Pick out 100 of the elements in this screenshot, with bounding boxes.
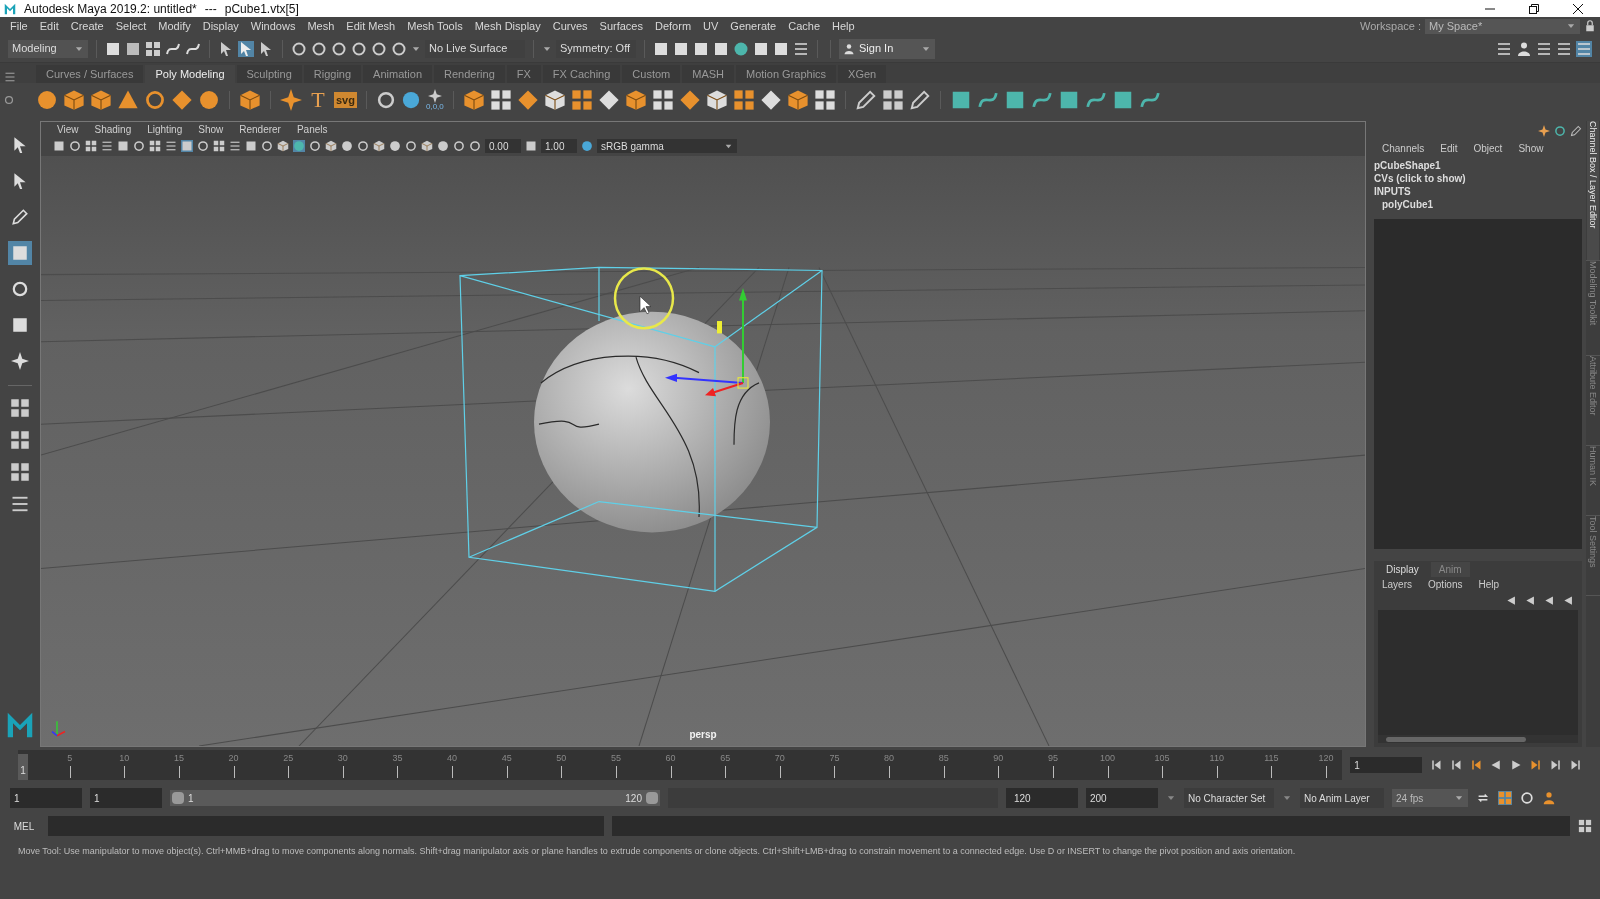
frame-tick-label: 85 (938, 752, 949, 765)
menu-item[interactable]: UV (697, 17, 725, 35)
side-tab[interactable]: Channel Box / Layer Editor (1587, 121, 1599, 260)
camera-name: persp (689, 728, 717, 742)
frame-tick-label: 105 (1154, 752, 1170, 765)
frame-tick-label: 100 (1100, 752, 1115, 765)
playback-end-field[interactable]: 120 (1006, 788, 1078, 808)
frame-tick-label: 75 (829, 752, 840, 765)
channel-box-menu-item[interactable]: Show (1518, 140, 1544, 156)
viewport-menu-item[interactable]: Panels (296, 121, 328, 137)
window-title: Autodesk Maya 2019.2: untitled* (24, 0, 197, 18)
end-time-field[interactable]: 200 (1086, 788, 1158, 808)
frame-tick-label: 25 (283, 752, 294, 765)
layer-editor-menu-item[interactable]: Layers (1382, 576, 1412, 592)
frame-tick-label: 70 (774, 752, 785, 765)
shelf-tab[interactable]: MASH (682, 65, 734, 83)
frame-tick-label: 65 (720, 752, 731, 765)
menu-item[interactable]: Modify (152, 17, 197, 35)
selection-name: pCube1.vtx[5] (224, 0, 299, 18)
input-node-name[interactable]: polyCube1 (1374, 198, 1582, 211)
menu-item[interactable]: Display (196, 17, 245, 35)
frame-tick-label: 80 (884, 752, 894, 765)
frame-tick-label: 30 (337, 752, 348, 765)
frame-tick-label: 120 (1318, 752, 1334, 765)
live-surface-field[interactable]: No Live Surface (425, 39, 525, 58)
gamma-field[interactable]: 1.00 (541, 139, 577, 153)
frame-tick-label: 35 (392, 752, 403, 765)
shelf-tab[interactable]: XGen (838, 65, 887, 83)
menu-item[interactable]: Mesh Display (468, 17, 547, 35)
symmetry-field[interactable]: Symmetry: Off (556, 39, 636, 58)
range-end-label: 120 (625, 791, 642, 806)
pivot-tool-button[interactable]: 0,0,0 (425, 89, 444, 111)
playback-start-field[interactable]: 1 (90, 788, 162, 808)
layer-editor-menu-item[interactable]: Options (1428, 576, 1463, 592)
shelf-tab[interactable]: Curves / Surfaces (36, 65, 144, 83)
shelf-tab[interactable]: Sculpting (236, 65, 302, 83)
viewport-menu-item[interactable]: View (57, 121, 79, 137)
title-separator: --- (204, 0, 217, 18)
shelf-tab[interactable]: Animation (363, 65, 432, 83)
frame-tick-label: 110 (1209, 752, 1224, 765)
menu-item[interactable]: Select (109, 17, 153, 35)
viewport-menu-item[interactable]: Lighting (147, 121, 183, 137)
shelf-tab[interactable]: Motion Graphics (736, 65, 837, 83)
command-language-label[interactable]: MEL (8, 818, 40, 834)
shelf-tab[interactable]: FX (506, 65, 541, 83)
menu-item[interactable]: Surfaces (593, 17, 649, 35)
menu-item[interactable]: Cache (782, 17, 826, 35)
menu-item[interactable]: Windows (244, 17, 302, 35)
menu-item[interactable]: Edit (33, 17, 65, 35)
shelf-tab[interactable]: Custom (622, 65, 681, 83)
menu-item[interactable]: Edit Mesh (340, 17, 402, 35)
menu-item[interactable]: Curves (546, 17, 594, 35)
workspace-label: Workspace : (1360, 18, 1421, 34)
current-frame-field[interactable]: 1 (1350, 757, 1422, 773)
fps-dropdown[interactable]: 24 fps (1392, 789, 1468, 807)
frame-tick-label: 15 (173, 752, 184, 765)
channel-box-menu-item[interactable]: Channels (1382, 140, 1425, 156)
menu-item[interactable]: Mesh Tools (401, 17, 469, 35)
channel-box-menu-item[interactable]: Edit (1440, 140, 1458, 156)
exposure-field[interactable]: 0.00 (485, 139, 521, 153)
anim-layer-field[interactable]: No Anim Layer (1300, 788, 1384, 808)
menu-item[interactable]: Help (826, 17, 861, 35)
shelf-tab[interactable]: Poly Modeling (145, 65, 235, 83)
menu-item[interactable]: Deform (649, 17, 698, 35)
menu-item[interactable]: Generate (724, 17, 783, 35)
shelf-tab[interactable]: FX Caching (542, 65, 621, 83)
inputs-header: INPUTS (1374, 185, 1412, 198)
frame-tick-label: 20 (228, 752, 239, 765)
viewport-menu-item[interactable]: Renderer (239, 121, 281, 137)
menu-item[interactable]: File (4, 17, 34, 35)
frame-tick-label: 90 (993, 752, 1004, 765)
range-slider[interactable]: 1 120 (170, 790, 660, 806)
color-space-dropdown[interactable]: sRGB gamma (597, 139, 737, 153)
workspace-dropdown[interactable]: My Space* (1425, 18, 1580, 34)
frame-tick-label: 45 (501, 752, 512, 765)
viewport-menu-item[interactable]: Show (198, 121, 224, 137)
start-time-field[interactable]: 1 (10, 788, 82, 808)
viewport-menu-item[interactable]: Shading (94, 121, 132, 137)
help-line-text: Move Tool: Use manipulator to move object(s). Ctrl+MMB+drag to move components along normals. Shift+drag manipulator axis or plane handles to extrude components or clone objects. Ctrl+Shift+LMB+drag to constrain movement to a connected edge. Use D or INSERT to change the pivot position and axis orientation. (18, 845, 1296, 859)
frame-tick-label: 60 (665, 752, 676, 765)
range-start-label: 1 (188, 791, 195, 806)
frame-tick-label: 115 (1264, 752, 1279, 765)
shape-node-name[interactable]: pCubeShape1 (1374, 159, 1582, 172)
character-set-field[interactable]: No Character Set (1184, 788, 1274, 808)
cvs-toggle[interactable]: CVs (click to show) (1374, 172, 1582, 185)
layer-editor-menu-item[interactable]: Help (1478, 576, 1500, 592)
shelf-tab[interactable]: Rendering (434, 65, 505, 83)
frame-tick-label: 10 (119, 752, 130, 765)
svg-tool-button[interactable]: svg (334, 91, 357, 109)
time-slider[interactable]: 1 5 10 15 20 25 30 35 40 45 50 55 60 65 70 75 80 85 90 95 100 105 110 115 120 (18, 750, 1343, 780)
menu-item[interactable]: Mesh (301, 17, 341, 35)
channel-box-menu-item[interactable]: Object (1473, 140, 1503, 156)
frame-tick-label: 95 (1047, 752, 1058, 765)
menu-item[interactable]: Create (64, 17, 110, 35)
sign-in-button[interactable]: Sign In (839, 38, 935, 59)
text-tool-button[interactable]: T (307, 89, 329, 111)
current-frame-marker[interactable]: 1 (18, 754, 28, 780)
frame-tick-label: 55 (610, 752, 621, 765)
shelf-tab[interactable]: Rigging (303, 65, 362, 83)
menu-set-dropdown[interactable]: Modeling (8, 39, 88, 58)
